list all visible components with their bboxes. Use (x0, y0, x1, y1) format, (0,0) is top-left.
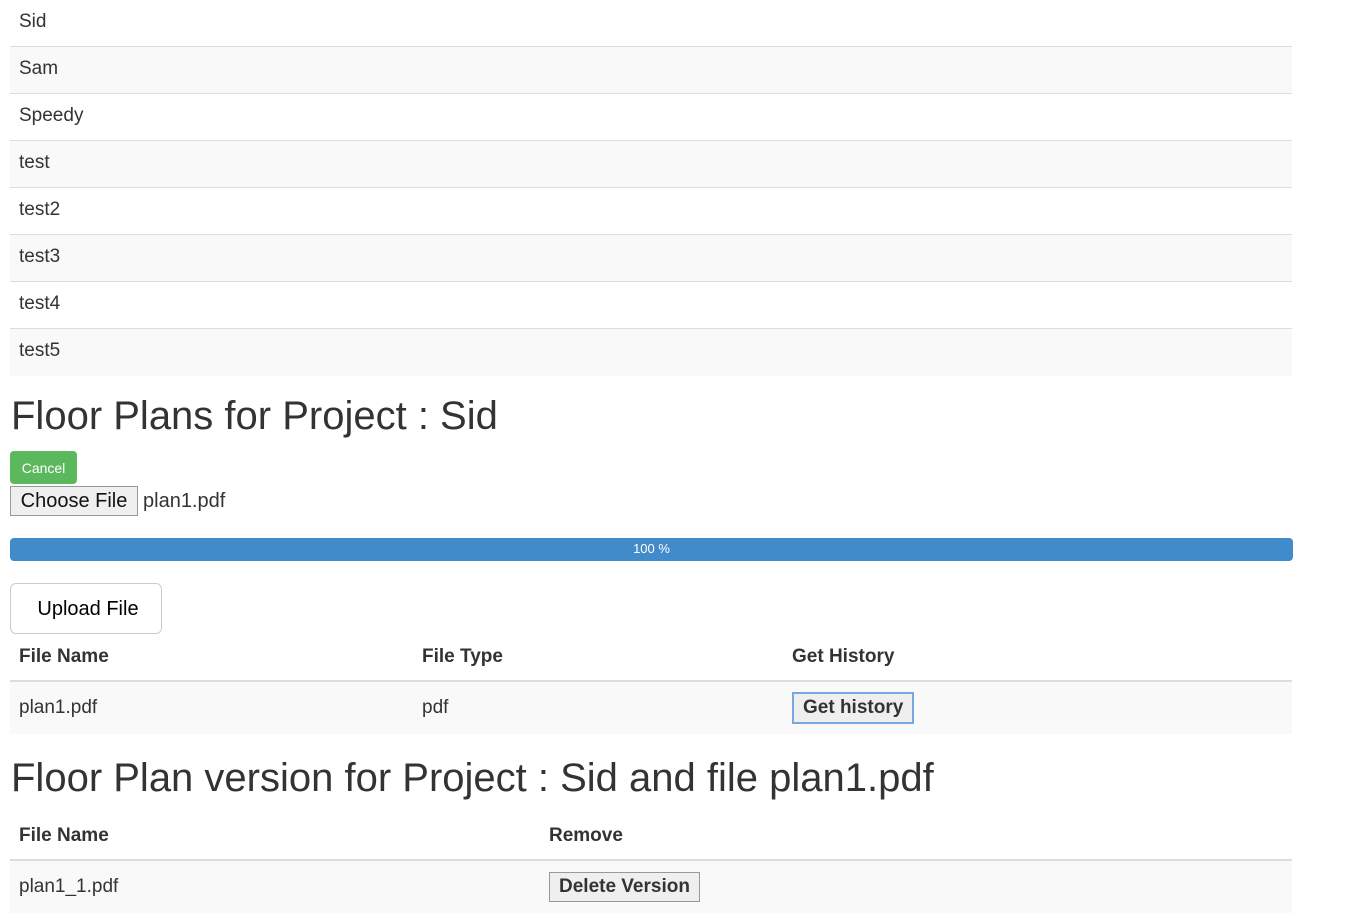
project-row[interactable]: test3 (10, 235, 1292, 282)
column-header-file-name: File Name (10, 813, 540, 861)
table-row: plan1_1.pdf Delete Version (10, 860, 1292, 913)
get-history-button[interactable]: Get history (792, 692, 915, 724)
file-name-cell: plan1_1.pdf (10, 860, 540, 913)
progress-bar-fill: 100 % (10, 538, 1293, 561)
column-header-file-type: File Type (413, 634, 783, 682)
project-row[interactable]: test2 (10, 188, 1292, 235)
floor-plans-table: File Name File Type Get History plan1.pd… (10, 634, 1292, 734)
choose-file-button[interactable]: Choose File (10, 486, 138, 516)
floor-plans-title: Floor Plans for Project : Sid (11, 394, 498, 438)
file-type-cell: pdf (413, 681, 783, 734)
column-header-file-name: File Name (10, 634, 413, 682)
upload-progress: 100 % (10, 538, 1293, 561)
cancel-button[interactable]: Cancel (10, 451, 77, 484)
column-header-remove: Remove (540, 813, 1292, 861)
delete-version-button[interactable]: Delete Version (549, 872, 700, 902)
project-list: Sid Sam Speedy test test2 test3 test4 te… (10, 0, 1292, 376)
file-name-cell: plan1.pdf (10, 681, 413, 734)
column-header-get-history: Get History (783, 634, 1292, 682)
project-row[interactable]: Sam (10, 47, 1292, 94)
upload-file-button[interactable]: Upload File (10, 583, 162, 634)
versions-table: File Name Remove plan1_1.pdf Delete Vers… (10, 813, 1292, 913)
project-row[interactable]: Sid (10, 0, 1292, 47)
table-row: plan1.pdf pdf Get history (10, 681, 1292, 734)
chosen-file-name: plan1.pdf (143, 490, 226, 512)
project-row[interactable]: test5 (10, 329, 1292, 376)
versions-title: Floor Plan version for Project : Sid and… (11, 756, 934, 800)
project-row[interactable]: test (10, 141, 1292, 188)
project-row[interactable]: Speedy (10, 94, 1292, 141)
project-row[interactable]: test4 (10, 282, 1292, 329)
